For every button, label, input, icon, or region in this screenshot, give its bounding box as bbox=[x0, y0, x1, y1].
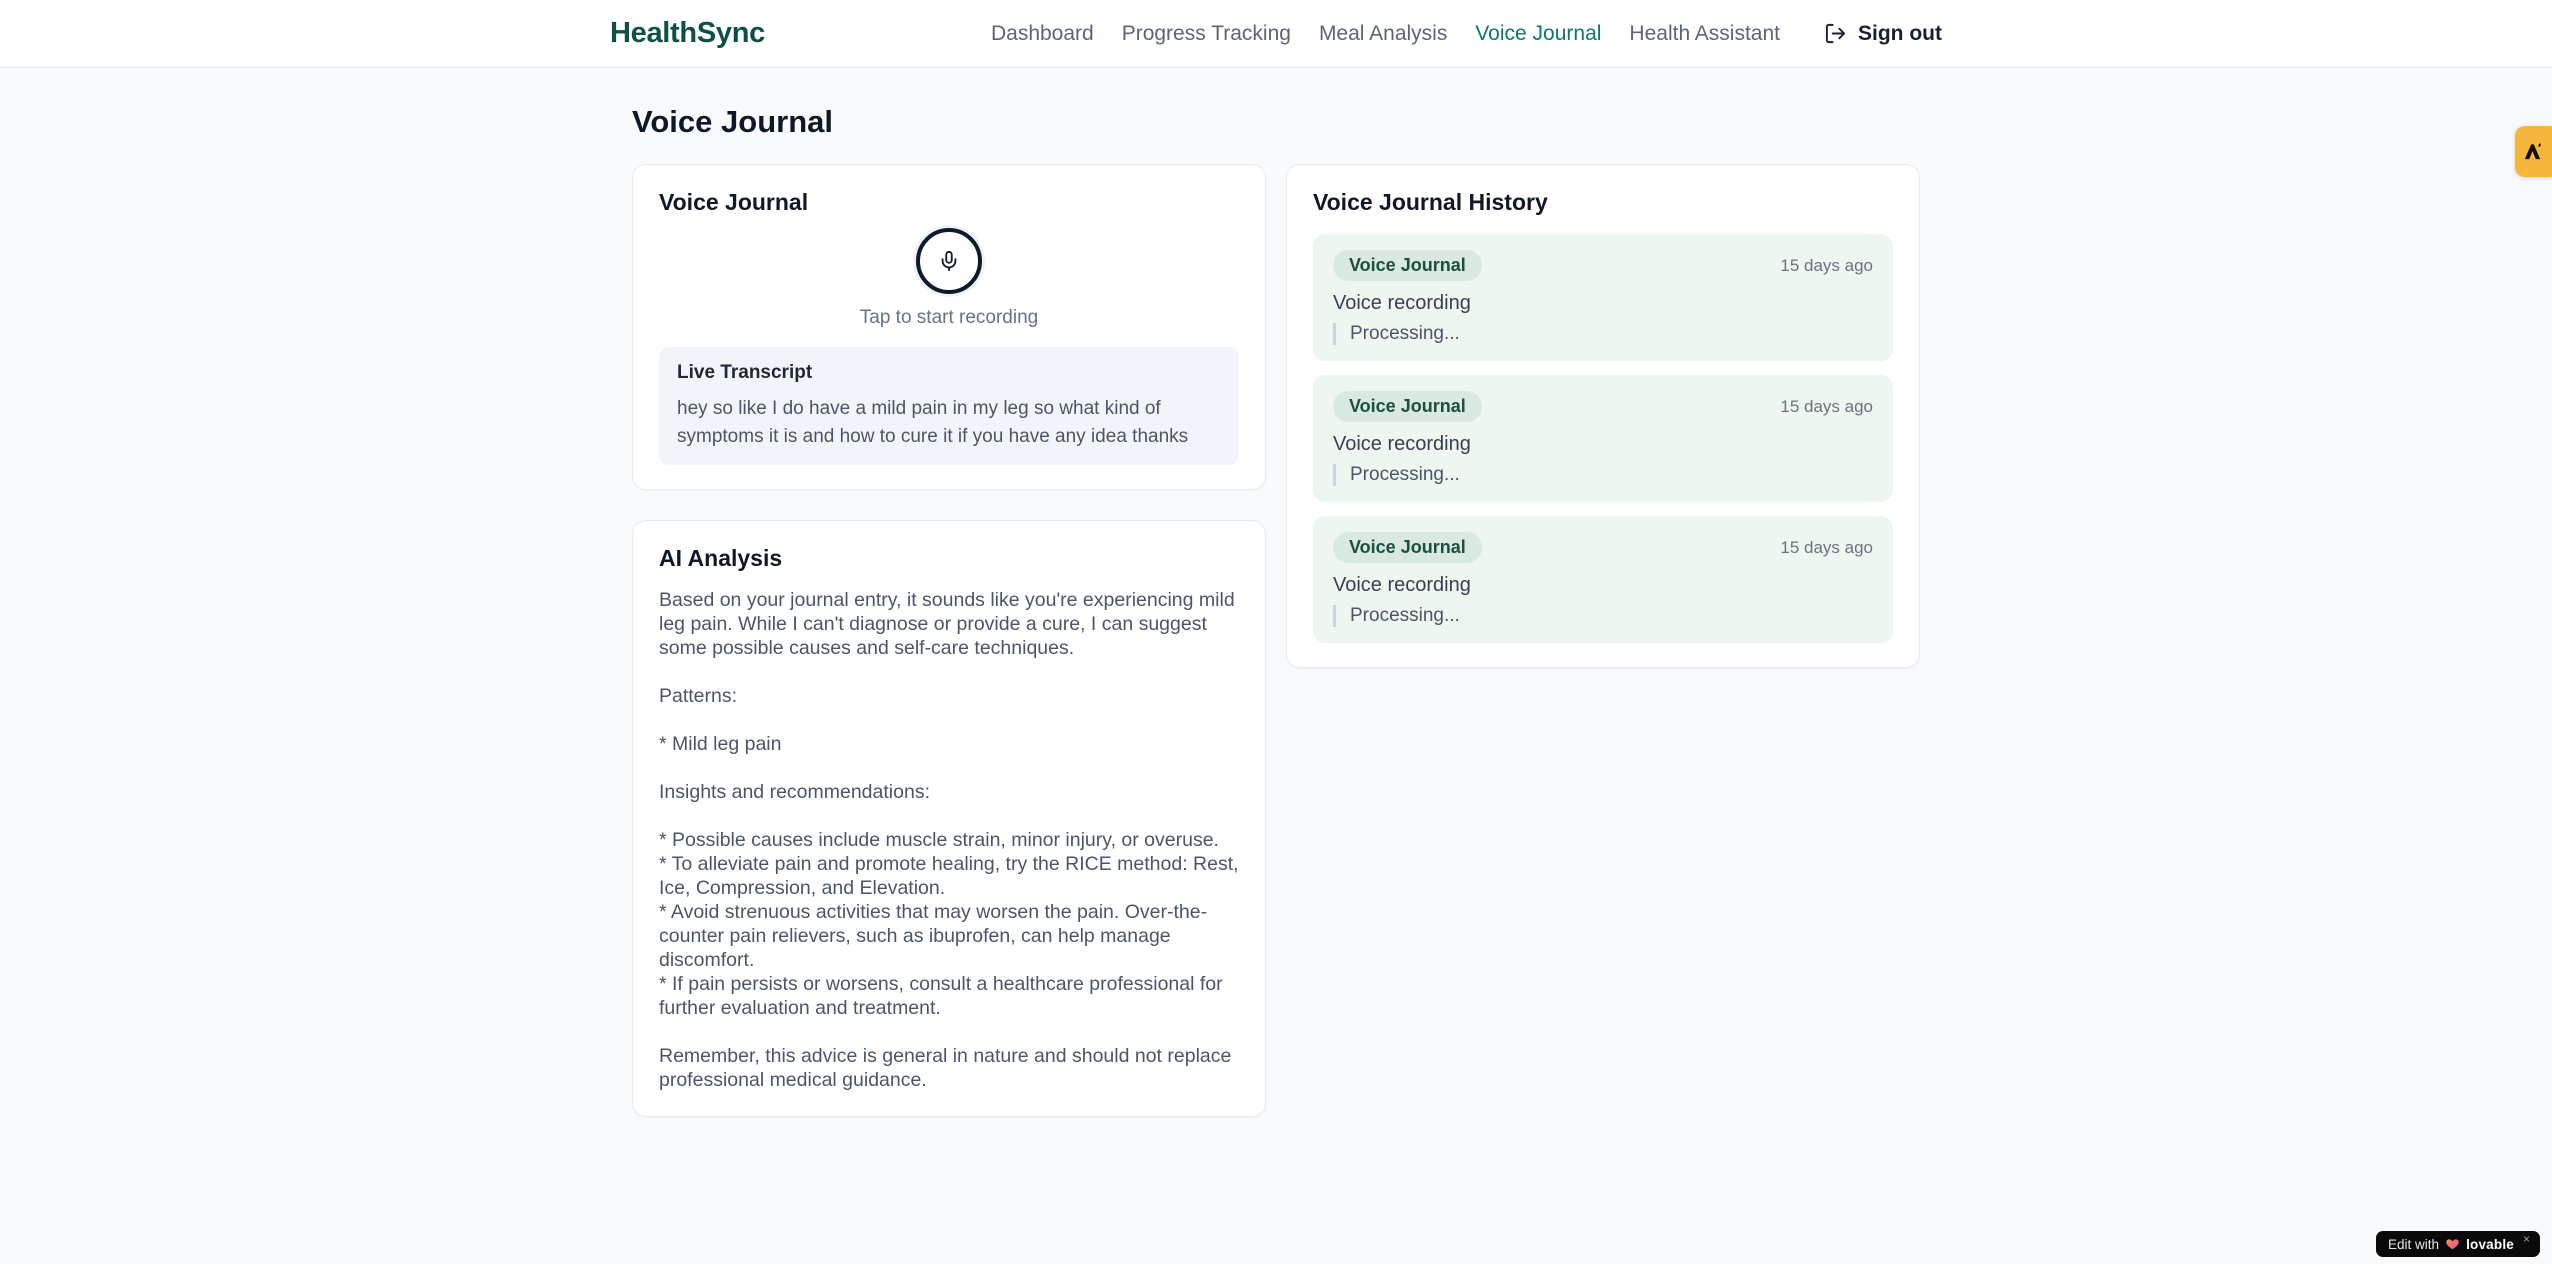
history-timestamp: 15 days ago bbox=[1780, 537, 1873, 557]
history-type-badge: Voice Journal bbox=[1333, 532, 1482, 563]
history-processing-status: Processing... bbox=[1333, 464, 1873, 486]
history-item[interactable]: Voice Journal 15 days ago Voice recordin… bbox=[1313, 375, 1893, 502]
history-item[interactable]: Voice Journal 15 days ago Voice recordin… bbox=[1313, 234, 1893, 361]
sign-out-label: Sign out bbox=[1858, 21, 1942, 45]
history-recording-label: Voice recording bbox=[1333, 292, 1471, 314]
live-transcript-box: Live Transcript hey so like I do have a … bbox=[659, 347, 1239, 466]
lovable-side-tab[interactable] bbox=[2515, 126, 2552, 177]
top-nav-bar: HealthSync Dashboard Progress Tracking M… bbox=[0, 0, 2552, 68]
history-timestamp: 15 days ago bbox=[1780, 396, 1873, 416]
page-title: Voice Journal bbox=[632, 104, 833, 139]
nav-health-assistant[interactable]: Health Assistant bbox=[1629, 22, 1780, 46]
close-icon[interactable]: × bbox=[2523, 1233, 2530, 1245]
history-processing-status: Processing... bbox=[1333, 323, 1873, 345]
ai-analysis-body: Based on your journal entry, it sounds l… bbox=[659, 589, 1239, 1092]
history-card-title: Voice Journal History bbox=[1313, 189, 1548, 215]
live-transcript-text: hey so like I do have a mild pain in my … bbox=[677, 398, 1189, 447]
ai-analysis-title: AI Analysis bbox=[659, 545, 783, 572]
edit-badge-prefix: Edit with bbox=[2388, 1236, 2440, 1252]
tap-to-record-hint: Tap to start recording bbox=[859, 307, 1039, 328]
history-item[interactable]: Voice Journal 15 days ago Voice recordin… bbox=[1313, 516, 1893, 643]
voice-journal-history-card: Voice Journal History Voice Journal 15 d… bbox=[1286, 164, 1920, 668]
main-content: Voice Journal Voice Journal Tap to start… bbox=[632, 68, 1920, 1118]
nav-dashboard[interactable]: Dashboard bbox=[991, 22, 1094, 46]
history-type-badge: Voice Journal bbox=[1333, 250, 1482, 281]
nav-meal-analysis[interactable]: Meal Analysis bbox=[1319, 22, 1447, 46]
voice-journal-card-title: Voice Journal bbox=[659, 189, 809, 215]
microphone-icon bbox=[941, 250, 957, 272]
logout-icon bbox=[1825, 23, 1846, 44]
record-button[interactable] bbox=[916, 228, 982, 294]
ai-analysis-card: AI Analysis Based on your journal entry,… bbox=[632, 520, 1266, 1118]
nav-voice-journal[interactable]: Voice Journal bbox=[1475, 22, 1601, 46]
history-recording-label: Voice recording bbox=[1333, 433, 1471, 455]
heart-icon bbox=[2446, 1239, 2459, 1250]
sign-out-button[interactable]: Sign out bbox=[1824, 22, 1942, 46]
history-recording-label: Voice recording bbox=[1333, 574, 1471, 596]
lovable-logo-icon bbox=[2524, 143, 2541, 160]
brand-logo[interactable]: HealthSync bbox=[610, 17, 765, 50]
history-timestamp: 15 days ago bbox=[1780, 255, 1873, 275]
history-type-badge: Voice Journal bbox=[1333, 391, 1482, 422]
voice-journal-card: Voice Journal Tap to start recording Liv… bbox=[632, 164, 1266, 491]
nav-progress-tracking[interactable]: Progress Tracking bbox=[1122, 22, 1291, 46]
history-processing-status: Processing... bbox=[1333, 605, 1873, 627]
edit-badge-brand: lovable bbox=[2466, 1236, 2514, 1252]
edit-with-lovable-badge[interactable]: Edit with lovable × bbox=[2376, 1231, 2540, 1257]
live-transcript-title: Live Transcript bbox=[677, 362, 813, 383]
main-nav: Dashboard Progress Tracking Meal Analysi… bbox=[991, 22, 1942, 46]
